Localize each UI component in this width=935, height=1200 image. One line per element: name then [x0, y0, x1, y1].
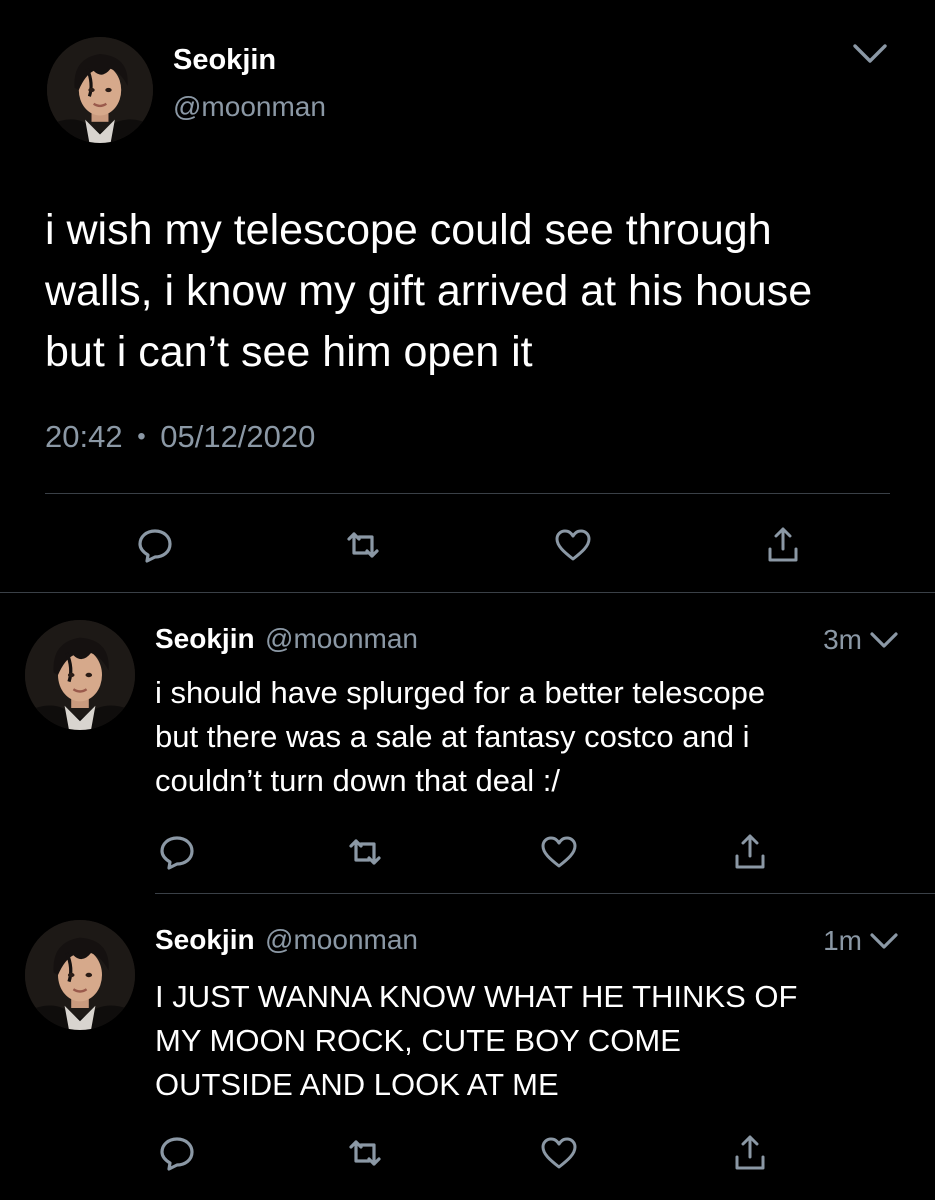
tweet-age: 1m: [823, 925, 862, 956]
reply-button[interactable]: [157, 1133, 197, 1173]
share-icon: [768, 527, 798, 562]
display-name[interactable]: Seokjin: [173, 44, 276, 77]
reply-button[interactable]: [157, 832, 197, 872]
separator-dot: •: [137, 423, 146, 450]
avatar[interactable]: [25, 620, 135, 730]
tweet-text-line: walls, i know my gift arrived at his hou…: [45, 267, 813, 315]
heart-icon: [541, 836, 577, 868]
tweet-date: 05/12/2020: [160, 419, 316, 454]
tweet-text: I JUST WANNA KNOW WHAT HE THINKS OF MY M…: [155, 975, 797, 1107]
retweet-button[interactable]: [345, 1133, 385, 1173]
divider: [0, 592, 935, 593]
tweet-text: i wish my telescope could see through wa…: [45, 200, 812, 383]
like-button[interactable]: [539, 832, 579, 872]
display-name[interactable]: Seokjin: [155, 623, 255, 654]
retweet-icon: [349, 839, 381, 865]
tweet-text-line: but there was a sale at fantasy costco a…: [155, 719, 750, 754]
share-button[interactable]: [763, 525, 803, 565]
tweet-text-line: MY MOON ROCK, CUTE BOY COME: [155, 1023, 681, 1058]
reply-button[interactable]: [135, 525, 175, 565]
share-button[interactable]: [730, 1133, 770, 1173]
like-button[interactable]: [539, 1133, 579, 1173]
retweet-button[interactable]: [343, 525, 383, 565]
heart-icon: [541, 1137, 577, 1169]
tweet-text-line: couldn’t turn down that deal :/: [155, 763, 560, 798]
avatar[interactable]: [25, 920, 135, 1030]
divider: [45, 493, 890, 494]
retweet-icon: [347, 532, 379, 558]
reply-header: Seokjin @moonman: [155, 924, 418, 956]
reply-icon: [138, 529, 172, 563]
tweet-text-line: I JUST WANNA KNOW WHAT HE THINKS OF: [155, 979, 798, 1014]
share-icon: [735, 1135, 765, 1170]
tweet-text-line: i should have splurged for a better tele…: [155, 675, 766, 710]
reply-icon: [160, 1137, 194, 1171]
share-button[interactable]: [730, 832, 770, 872]
user-handle[interactable]: @moonman: [173, 91, 326, 123]
user-handle[interactable]: @moonman: [265, 924, 418, 955]
reply-header: Seokjin @moonman: [155, 623, 418, 655]
heart-icon: [555, 529, 591, 561]
tweet-age: 3m: [823, 624, 862, 655]
share-icon: [735, 834, 765, 869]
like-button[interactable]: [553, 525, 593, 565]
chevron-down-icon[interactable]: [868, 931, 900, 953]
reply-icon: [160, 836, 194, 870]
tweet-text-line: but i can’t see him open it: [45, 328, 533, 376]
tweet-text: i should have splurged for a better tele…: [155, 671, 765, 803]
tweet-text-line: i wish my telescope could see through: [45, 206, 772, 254]
chevron-down-icon[interactable]: [868, 630, 900, 652]
tweet-text-line: OUTSIDE AND LOOK AT ME: [155, 1067, 559, 1102]
retweet-icon: [349, 1140, 381, 1166]
chevron-down-icon[interactable]: [850, 40, 890, 68]
retweet-button[interactable]: [345, 832, 385, 872]
tweet-time: 20:42: [45, 419, 123, 454]
divider: [155, 893, 935, 894]
tweet-timestamp[interactable]: 20:42 • 05/12/2020: [45, 419, 315, 455]
display-name[interactable]: Seokjin: [155, 924, 255, 955]
user-handle[interactable]: @moonman: [265, 623, 418, 654]
avatar[interactable]: [47, 37, 153, 143]
